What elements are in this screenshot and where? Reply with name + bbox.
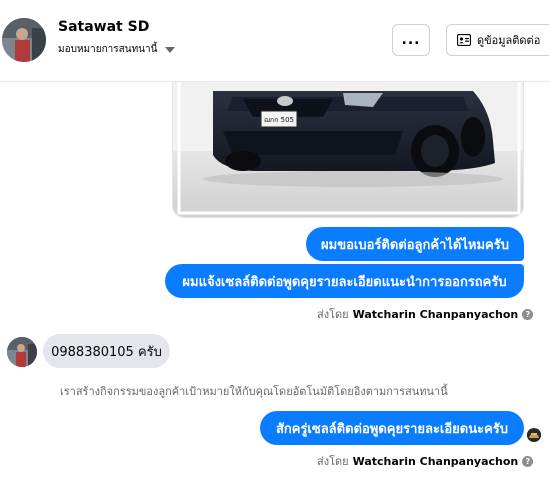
car-photo: ฌกก 505 [173, 71, 523, 217]
sent-by-name[interactable]: Watcharin Chanpanyachon [353, 308, 519, 321]
more-options-button[interactable]: ... [392, 24, 430, 56]
car-photo-message[interactable]: ฌกก 505 [172, 70, 524, 218]
sent-by-prefix: ส่งโดย [317, 308, 349, 321]
assign-conversation-label: มอบหมายการสนทนานี้ [58, 44, 158, 55]
system-notice: เราสร้างกิจกรรมของลูกค้าเป้าหมายให้กับคุ… [60, 385, 448, 398]
chevron-down-icon [165, 46, 176, 53]
help-icon[interactable]: ? [522, 308, 534, 320]
contact-card-icon [457, 34, 471, 46]
contact-avatar-small[interactable] [7, 337, 37, 367]
outgoing-message[interactable]: ผมขอเบอร์ติดต่อลูกค้าได้ไหมครับ [306, 227, 524, 261]
conversation-header: Satawat SD มอบหมายการสนทนานี้ ... ดูข้อม… [0, 0, 549, 82]
sent-by-name[interactable]: Watcharin Chanpanyachon [353, 455, 519, 468]
sent-by-label: ส่งโดย Watcharin Chanpanyachon ? [317, 305, 534, 323]
license-plate-text: ฌกก 505 [264, 116, 294, 124]
help-icon[interactable]: ? [522, 455, 534, 467]
contact-avatar[interactable] [2, 18, 46, 62]
outgoing-message[interactable]: สักครู่เซลล์ติดต่อพูดคุยรายละเอียดนะครับ [260, 411, 524, 445]
seen-by-avatar [527, 428, 541, 442]
sent-by-prefix: ส่งโดย [317, 455, 349, 468]
sent-by-label: ส่งโดย Watcharin Chanpanyachon ? [317, 452, 534, 470]
contact-name[interactable]: Satawat SD [58, 19, 149, 35]
incoming-message[interactable]: 0988380105 ครับ [43, 334, 170, 368]
assign-conversation-dropdown[interactable]: มอบหมายการสนทนานี้ [58, 42, 176, 57]
outgoing-message[interactable]: ผมแจ้งเซลล์ติดต่อพูดคุยรายละเอียดแนะนำกา… [165, 264, 524, 298]
view-contact-info-label: ดูข้อมูลติดต่อ [477, 34, 541, 47]
view-contact-info-button[interactable]: ดูข้อมูลติดต่อ [446, 24, 549, 56]
